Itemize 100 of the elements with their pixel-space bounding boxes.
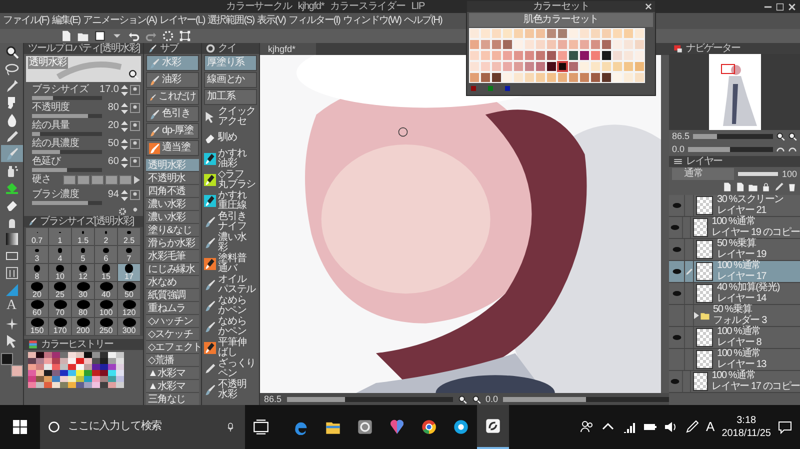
brush-size-button[interactable]: 20 <box>26 282 48 299</box>
clock-date[interactable]: 2018/11/25 <box>722 427 771 440</box>
input-indicator[interactable]: A <box>706 419 715 435</box>
tool-group-tab[interactable]: 色引き <box>146 106 199 122</box>
brush-size-button[interactable]: 40 <box>95 282 117 299</box>
sub-tool-item[interactable]: ◇スケッチ <box>146 328 199 341</box>
quick-access-item[interactable]: 濃い水 彩 <box>202 232 259 253</box>
tool-group-tab[interactable]: 油彩 <box>146 72 199 88</box>
menu-item[interactable]: ファイル(F) <box>3 15 49 27</box>
opacity-value[interactable]: 100 <box>782 168 797 180</box>
brush-size-button[interactable]: 70 <box>49 300 71 317</box>
menu-item[interactable]: 編集(E) <box>52 15 80 27</box>
panel-tab[interactable]: カラーサークル <box>226 0 292 12</box>
property-value[interactable]: 20 <box>108 120 119 132</box>
property-value[interactable]: 60 <box>108 156 119 168</box>
tool-group-tab[interactable]: これだけ <box>146 89 199 105</box>
menu-item[interactable]: 表示(V) <box>257 15 286 27</box>
property-value[interactable]: 17.0 <box>100 84 119 96</box>
brush-size-button[interactable]: 100 <box>95 300 117 317</box>
color-set-dropdown[interactable]: 肌色カラーセット <box>469 13 653 27</box>
quick-access-item[interactable]: 塗料普 通バ <box>202 253 259 274</box>
brush-size-button[interactable]: 1 <box>49 228 71 245</box>
brush-size-button[interactable]: 150 <box>26 318 48 335</box>
brush-size-button[interactable]: 6 <box>95 246 117 263</box>
brush-size-button[interactable]: 80 <box>72 300 94 317</box>
property-value[interactable]: 80 <box>108 102 119 114</box>
quick-access-item[interactable]: オイル パステル <box>202 274 259 295</box>
sub-tool-item[interactable]: 濃い水彩 <box>146 198 199 211</box>
brush-size-button[interactable]: 4 <box>49 246 71 263</box>
quick-access-item[interactable]: ◇ラフ 丸ブラシ <box>202 169 259 190</box>
sub-tool-item[interactable]: ◇ハッチン <box>146 315 199 328</box>
quick-access-item[interactable]: かすれ 重圧線 <box>202 190 259 211</box>
zoom-value[interactable]: 86.5 <box>264 394 282 404</box>
brush-size-button[interactable]: 25 <box>49 282 71 299</box>
sub-tool-item[interactable]: ◇荒播 <box>146 354 199 367</box>
brush-size-button[interactable]: 120 <box>118 300 140 317</box>
quick-access-item[interactable]: なめら かペン <box>202 295 259 316</box>
tool-group-tab[interactable]: dp-厚塗 <box>146 123 199 139</box>
sub-tool-item[interactable]: 紙質強調 <box>146 289 199 302</box>
brush-size-button[interactable]: 300 <box>118 318 140 335</box>
sub-tool-item[interactable]: 濃い水彩 <box>146 211 199 224</box>
quick-set-tab[interactable]: 加工系 <box>204 89 257 105</box>
menu-item[interactable]: ヘルプ(H) <box>404 15 442 27</box>
brush-size-button[interactable]: 12 <box>72 264 94 281</box>
property-value[interactable]: 50 <box>108 138 119 150</box>
sub-tool-item[interactable]: ◇エフェクト <box>146 341 199 354</box>
layer-row[interactable]: 50 %乗算 レイヤー 19 <box>669 239 800 261</box>
layer-row[interactable]: 100 %通常 レイヤー 19 のコピー <box>669 217 800 239</box>
layer-row[interactable]: 100 %通常 レイヤー 17 のコピー <box>669 371 800 393</box>
document-tab[interactable]: kjhgfd* <box>260 43 316 55</box>
quick-set-tab[interactable]: 線画とか <box>204 72 257 88</box>
brush-size-button[interactable]: 1.5 <box>72 228 94 245</box>
panel-tab[interactable]: kjhgfd* <box>298 0 324 12</box>
sub-tool-item[interactable]: ▲水彩マ <box>146 367 199 380</box>
brush-size-button[interactable]: 3 <box>26 246 48 263</box>
brush-size-button[interactable]: 7 <box>118 246 140 263</box>
property-value[interactable]: 94 <box>108 189 119 201</box>
layer-row[interactable]: 100 %通常 レイヤー 13 <box>669 349 800 371</box>
sub-tool-item[interactable]: 重ねムラ <box>146 302 199 315</box>
sub-tool-item[interactable]: ▲水彩マ <box>146 380 199 393</box>
brush-size-button[interactable]: 250 <box>95 318 117 335</box>
menu-item[interactable]: アニメーション(A) <box>83 15 156 27</box>
tool-group-tab[interactable]: 適当塗 <box>146 140 199 156</box>
sub-tool-item[interactable]: 不透明水 <box>146 172 199 185</box>
sub-tool-item[interactable]: 水彩毛筆 <box>146 250 199 263</box>
brush-size-button[interactable]: 10 <box>49 264 71 281</box>
sub-tool-item[interactable]: 三角なじ <box>146 393 199 405</box>
brush-size-button[interactable]: 170 <box>49 318 71 335</box>
brush-size-button[interactable]: 2 <box>95 228 117 245</box>
zoom-value[interactable]: 86.5 <box>672 131 690 142</box>
layer-row[interactable]: 50 %乗算 フォルダー 3 <box>669 305 800 327</box>
sub-tool-item[interactable]: にじみ縁水 <box>146 263 199 276</box>
brush-size-button[interactable]: 5 <box>72 246 94 263</box>
sub-tool-item[interactable]: 水なめ <box>146 276 199 289</box>
brush-size-button[interactable]: 60 <box>26 300 48 317</box>
sub-tool-item[interactable]: 塗り&なじ <box>146 224 199 237</box>
tool-button[interactable]: A <box>0 298 22 315</box>
menu-item[interactable]: レイヤー(L) <box>159 15 205 27</box>
brush-size-button[interactable]: 200 <box>72 318 94 335</box>
quick-access-item[interactable]: かすれ 油彩 <box>202 148 259 169</box>
clock-time[interactable]: 3:18 <box>722 414 771 427</box>
brush-size-button[interactable]: 30 <box>72 282 94 299</box>
panel-tab[interactable]: カラースライダー <box>330 0 406 12</box>
blend-mode-dropdown[interactable]: 通常 <box>672 168 734 180</box>
panel-tab[interactable]: LIP <box>411 0 425 12</box>
layer-row[interactable]: 40 %加算(発光) レイヤー 14 <box>669 283 800 305</box>
brush-size-button[interactable]: 15 <box>95 264 117 281</box>
angle-value[interactable]: 0.0 <box>486 394 498 404</box>
layer-row[interactable]: 30 %スクリーン レイヤー 21 <box>669 195 800 217</box>
brush-size-button[interactable]: 8 <box>26 264 48 281</box>
brush-size-button[interactable]: 0.7 <box>26 228 48 245</box>
menu-item[interactable]: フィルター(I) <box>288 15 340 27</box>
brush-size-button[interactable]: 50 <box>118 282 140 299</box>
quick-access-item[interactable]: 色引き ナイフ <box>202 211 259 232</box>
layer-row[interactable]: 100 %通常 レイヤー 8 <box>669 327 800 349</box>
sub-tool-item[interactable]: 滑らか水彩 <box>146 237 199 250</box>
brush-size-button[interactable]: 2.5 <box>118 228 140 245</box>
quick-access-item[interactable]: 不透明 水彩 <box>202 379 259 400</box>
quick-access-item[interactable]: 馴め <box>202 127 259 148</box>
quick-access-item[interactable]: クイック アクセ <box>202 106 259 127</box>
